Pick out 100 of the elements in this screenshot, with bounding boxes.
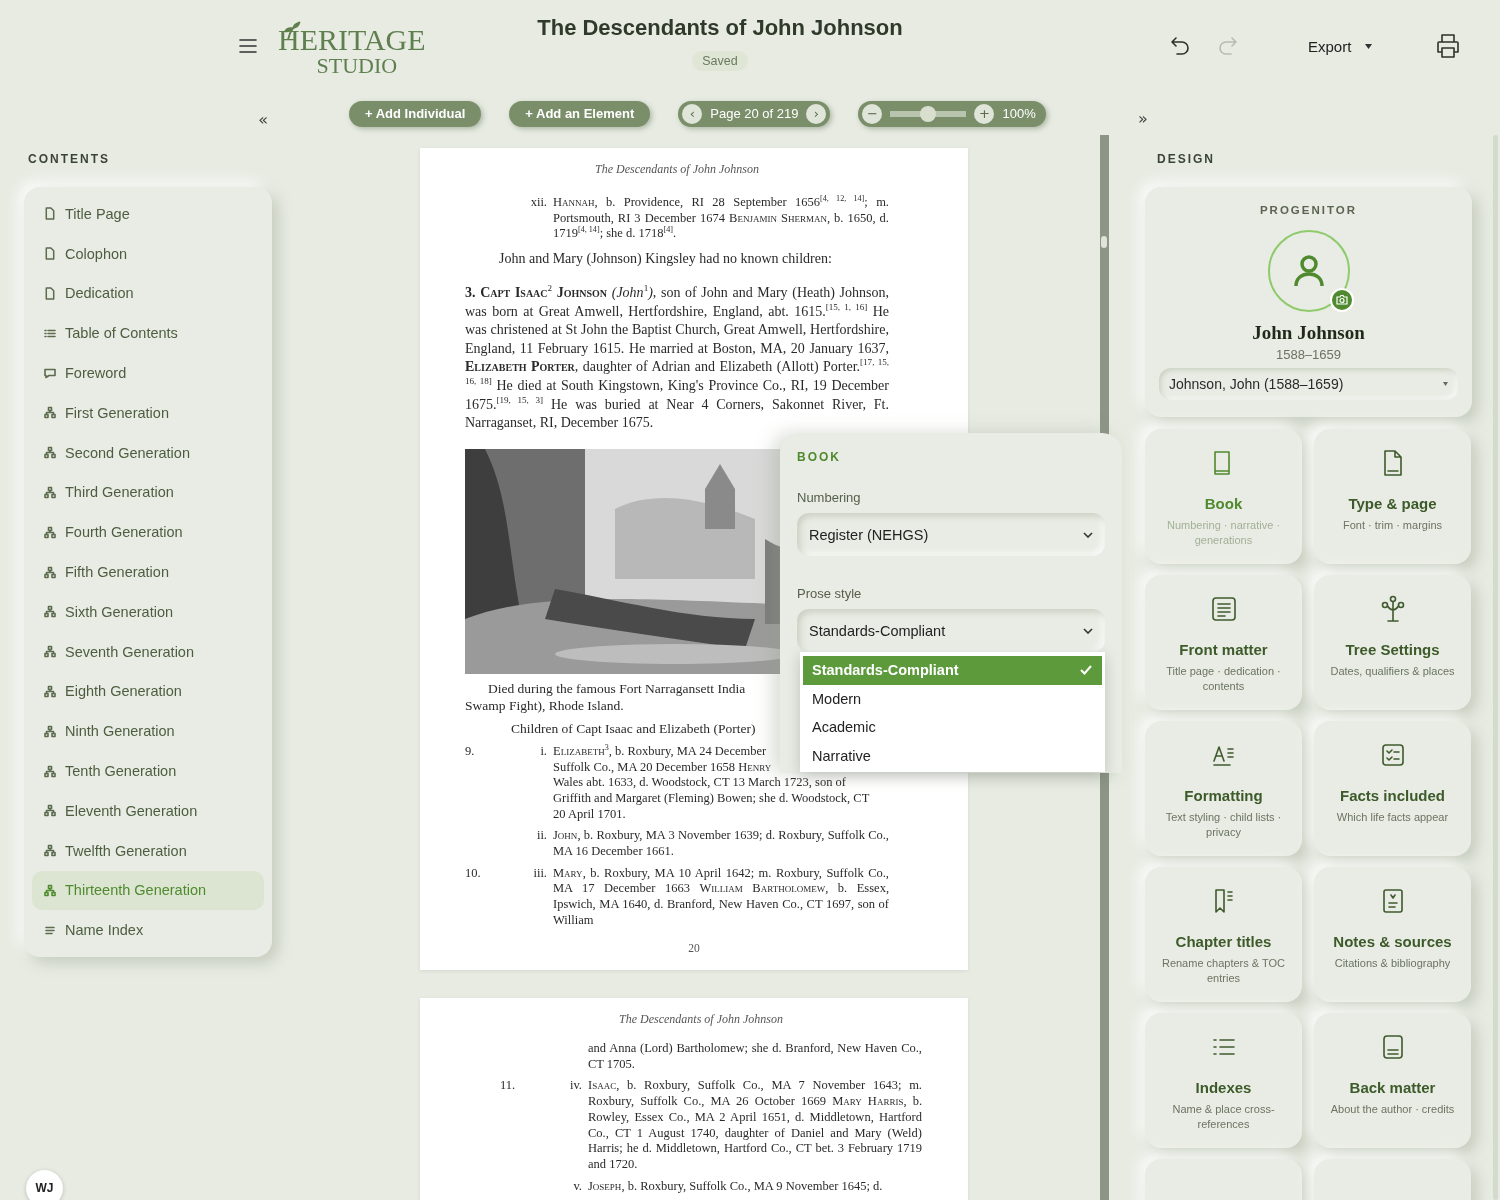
children-heading: Children of Capt Isaac and Elizabeth (Porter)	[511, 719, 756, 737]
settings-card[interactable]: Type & page Font · trim · margins	[1314, 429, 1471, 564]
user-avatar[interactable]: WJ	[26, 1170, 63, 1200]
hierarchy-icon	[44, 565, 56, 579]
item-label: Colophon	[65, 245, 128, 262]
contents-item[interactable]: Title Page	[32, 194, 264, 234]
card-title: Tree Settings	[1345, 641, 1440, 658]
hierarchy-icon	[44, 485, 56, 499]
contents-item[interactable]: Foreword	[32, 353, 264, 393]
settings-card[interactable]: Chapter titles Rename chapters & TOC entries	[1145, 867, 1302, 1002]
item-label: Thirteenth Generation	[65, 882, 207, 899]
contents-item[interactable]: Seventh Generation	[32, 631, 264, 672]
page-icon	[44, 287, 56, 300]
page-icon	[44, 247, 56, 261]
contents-item[interactable]: Second Generation	[32, 432, 264, 473]
entry-number: 9.	[465, 743, 476, 760]
settings-card[interactable]: Formatting Text styling · child lists · privacy	[1145, 721, 1302, 856]
item-label: Seventh Generation	[65, 643, 194, 660]
text-line: 20 April 1701.	[553, 806, 626, 823]
card-title: Notes & sources	[1333, 933, 1452, 950]
card-title: Book	[1204, 495, 1243, 512]
contents-item[interactable]: Ninth Generation	[32, 711, 264, 752]
item-label: Tenth Generation	[65, 763, 177, 780]
zoom-out-button[interactable]: −	[862, 103, 883, 124]
contents-item[interactable]: Thirteenth Generation	[32, 870, 264, 911]
dropdown-option[interactable]: Academic	[803, 713, 1102, 742]
contents-item[interactable]: Fifth Generation	[32, 552, 264, 592]
undo-icon[interactable]	[1168, 34, 1192, 58]
slider-thumb[interactable]	[919, 105, 936, 122]
hierarchy-icon	[44, 684, 56, 698]
expand-button[interactable]: »	[1138, 109, 1148, 128]
card-title: Facts included	[1340, 787, 1445, 804]
next-page-button[interactable]: ›	[806, 103, 827, 124]
dropdown-option[interactable]: Modern	[803, 684, 1102, 713]
child-numeral: xii.	[529, 195, 547, 211]
contents-item[interactable]: Dedication	[32, 273, 264, 314]
document-lines-icon	[1209, 595, 1238, 623]
contents-item[interactable]: Third Generation	[32, 472, 264, 513]
contents-item[interactable]: Eighth Generation	[32, 671, 264, 712]
entry-text: John, b. Roxbury, MA 3 November 1639; d. Roxbury, Suffolk Co., MA 16 December 1661.	[553, 828, 889, 860]
text-line: Griffith and Margaret (Fleming) Bowen; she d. Woodstock, CT	[553, 790, 870, 807]
life-dates: 1588–1659	[1275, 347, 1342, 362]
save-status: Saved	[692, 51, 748, 71]
export-button[interactable]: Export	[1308, 37, 1373, 55]
prose-style-select[interactable]: Standards-Compliant	[797, 609, 1105, 652]
contents-item[interactable]: Fourth Generation	[32, 512, 264, 553]
settings-card[interactable]: Indexes Name & place cross-references	[1145, 1013, 1302, 1148]
card-title: Formatting	[1184, 787, 1263, 804]
zoom-in-button[interactable]: +	[974, 103, 995, 124]
hierarchy-icon	[44, 645, 56, 659]
item-label: First Generation	[65, 404, 169, 421]
card-title: Back matter	[1349, 1079, 1436, 1096]
numbering-select[interactable]: Register (NEHGS)	[797, 513, 1105, 556]
item-label: Sixth Generation	[65, 603, 173, 620]
entry-number: 11.	[500, 1078, 517, 1095]
collapse-button[interactable]: «	[258, 110, 268, 129]
contents-item[interactable]: Sixth Generation	[32, 591, 264, 632]
child-numeral: v.	[572, 1178, 582, 1195]
child-numeral: iv.	[568, 1078, 582, 1095]
card-label: PROGENITOR	[1259, 204, 1358, 216]
item-label: Fifth Generation	[65, 564, 169, 581]
entry-text: Mary, b. Roxbury, MA 10 April 1642; m. Roxbury, Suffolk Co., MA 17 December 1663 William Bartholomew, b. Essex, Ipswich, MA 1640, d. Branford, New Haven Co., CT 1697, son of William	[553, 865, 889, 929]
image-caption: Died during the famous Fort Narragansett India Swamp Fight), Rhode Island.	[465, 679, 746, 714]
contents-item[interactable]: First Generation	[32, 393, 264, 433]
add-element-button[interactable]: + Add an Element	[509, 100, 651, 127]
dropdown-option[interactable]: Narrative	[803, 741, 1102, 770]
person-name: John Johnson	[1252, 322, 1365, 344]
contents-item[interactable]: Eleventh Generation	[32, 790, 264, 831]
section-label: CONTENTS	[28, 152, 111, 166]
settings-card[interactable]: Notes & sources Citations & bibliography	[1314, 867, 1471, 1002]
camera-icon[interactable]	[1329, 288, 1354, 312]
card-description: Name & place cross-references	[1171, 1102, 1276, 1132]
add-individual-button[interactable]: + Add Individual	[349, 100, 482, 127]
settings-card[interactable]: Front matter Title page · dedication · contents	[1145, 575, 1302, 710]
page-icon	[44, 207, 56, 221]
field-label: Numbering	[797, 490, 862, 505]
item-label: Title Page	[65, 205, 130, 222]
previous-page-button[interactable]: ‹	[682, 103, 703, 124]
settings-card[interactable]: Tree Settings Dates, qualifiers & places	[1314, 575, 1471, 710]
settings-card[interactable]: Facts included Which life facts appear	[1314, 721, 1471, 856]
settings-card[interactable]: Back matter About the author · credits	[1314, 1013, 1471, 1148]
scrollbar-thumb[interactable]	[1101, 236, 1107, 248]
contents-item[interactable]: Name Index	[32, 910, 264, 951]
card-title: Chapter titles	[1175, 933, 1272, 950]
document-title: The Descendants of John Johnson	[537, 15, 903, 41]
menu-icon[interactable]	[238, 38, 258, 54]
dropdown-option[interactable]: Standards-Compliant	[803, 656, 1102, 685]
contents-item[interactable]: Colophon	[32, 233, 264, 274]
settings-card[interactable]: Book Numbering · narrative · generations	[1145, 429, 1302, 564]
card-description: Font · trim · margins	[1343, 518, 1442, 533]
contents-item[interactable]: Tenth Generation	[32, 751, 264, 791]
contents-item[interactable]: Twelfth Generation	[32, 830, 264, 871]
contents-item[interactable]: Table of Contents	[32, 313, 264, 354]
comment-icon	[44, 366, 56, 380]
card-description: Dates, qualifiers & places	[1330, 664, 1455, 679]
item-label: Second Generation	[65, 444, 190, 461]
hierarchy-icon	[44, 883, 56, 897]
card-title: Type & page	[1348, 495, 1437, 512]
field-label: Prose style	[797, 586, 863, 601]
person-select[interactable]: Johnson, John (1588–1659)	[1159, 368, 1458, 400]
